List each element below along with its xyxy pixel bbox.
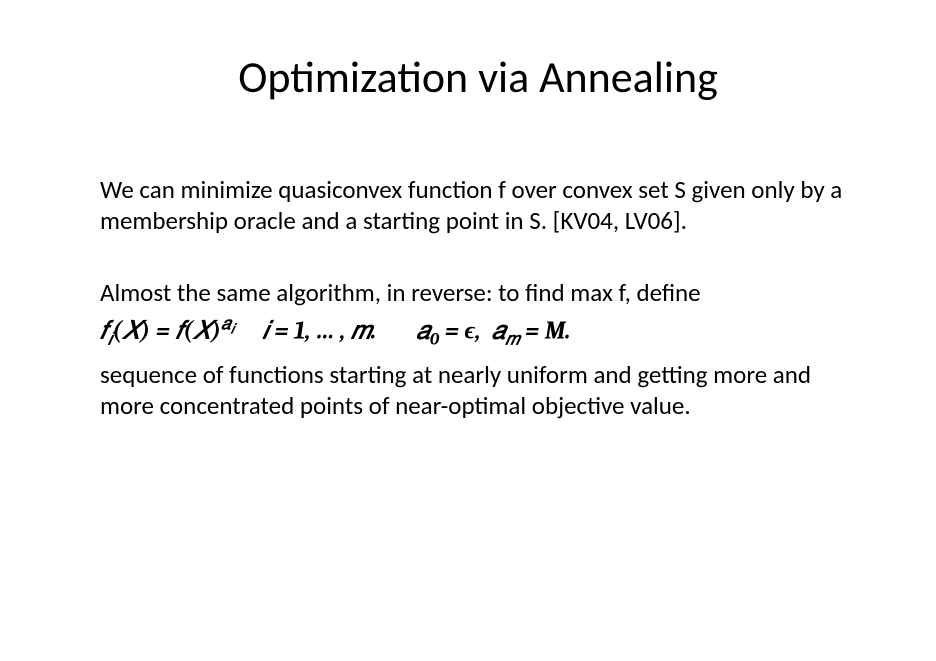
math-sub-i: 𝑖 [108,329,113,349]
math-definition: 𝑓𝑖(𝑋) = 𝑓(𝑋)𝑎𝑖𝑖 = 1, … , 𝑚.𝑎0 = ϵ, 𝑎𝑚 = … [100,314,856,349]
math-eq1: = [156,316,170,345]
slide-title: Optimization via Annealing [100,50,856,104]
math-X2: 𝑋 [193,316,211,345]
math-a0: 𝑎 [416,316,430,345]
math-zero: 0 [430,329,439,349]
math-f2: 𝑓 [175,316,183,345]
slide: Optimization via Annealing We can minimi… [0,0,936,661]
math-eps: = ϵ, [445,316,481,345]
math-f: 𝑓 [100,316,108,345]
math-ai-sub: 𝑖 [231,320,235,337]
math-range: 𝑖 = 1, … , 𝑚. [262,316,376,345]
math-M: = M. [525,316,570,345]
paragraph-intro: We can minimize quasiconvex function f o… [100,174,856,237]
paragraph-algorithm: Almost the same algorithm, in reverse: t… [100,277,856,308]
paragraph-sequence: sequence of functions starting at nearly… [100,359,856,422]
math-m-sub: 𝑚 [505,329,519,349]
math-a-sup: 𝑎 [221,314,231,334]
math-am: 𝑎 [492,316,506,345]
math-X1: 𝑋 [122,316,140,345]
